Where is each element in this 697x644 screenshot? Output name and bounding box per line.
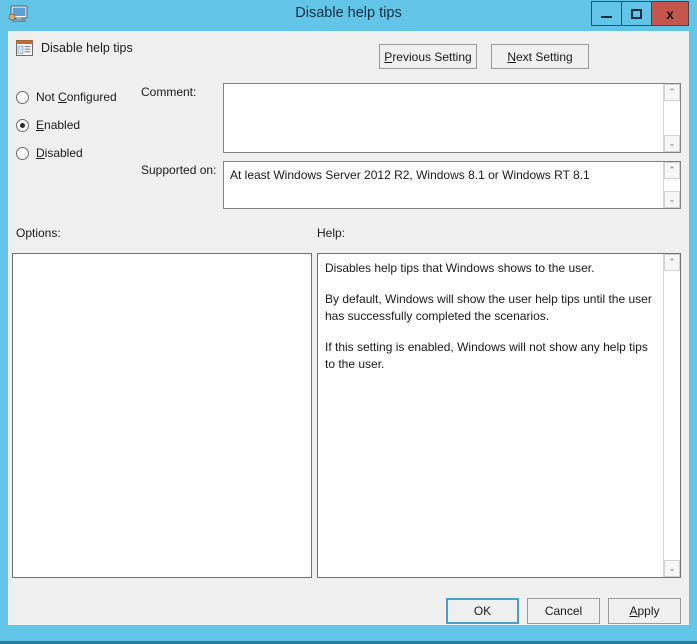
- apply-button[interactable]: Apply: [608, 598, 681, 624]
- help-paragraph: If this setting is enabled, Windows will…: [325, 340, 648, 371]
- radio-enabled-label: Enabled: [36, 118, 81, 132]
- close-icon: x: [666, 5, 674, 22]
- scroll-up-icon[interactable]: ⌃: [664, 254, 680, 271]
- comment-label: Comment:: [141, 85, 197, 99]
- radio-enabled[interactable]: Enabled: [16, 118, 80, 132]
- supported-on-value: At least Windows Server 2012 R2, Windows…: [230, 168, 590, 182]
- supported-on-label: Supported on:: [141, 163, 217, 177]
- apply-accel: A: [629, 604, 638, 618]
- help-paragraph: By default, Windows will show the user h…: [325, 292, 652, 323]
- help-label: Help:: [317, 226, 346, 240]
- scroll-down-icon[interactable]: ⌄: [664, 560, 680, 577]
- help-panel[interactable]: Disables help tips that Windows shows to…: [317, 253, 681, 578]
- help-paragraph: Disables help tips that Windows shows to…: [325, 261, 595, 275]
- dialog-client-area: Disable help tips Previous Setting Next …: [8, 31, 689, 625]
- next-setting-label: ext Setting: [515, 49, 573, 64]
- comment-scrollbar[interactable]: ⌃ ⌄: [663, 84, 680, 152]
- help-scrollbar[interactable]: ⌃ ⌄: [663, 254, 680, 577]
- scroll-down-icon[interactable]: ⌄: [664, 191, 680, 208]
- scroll-down-icon[interactable]: ⌄: [664, 135, 680, 152]
- minimize-icon: [601, 16, 612, 18]
- close-button[interactable]: x: [651, 1, 689, 26]
- minimize-button[interactable]: [591, 1, 621, 26]
- help-content: Disables help tips that Windows shows to…: [325, 260, 655, 373]
- ok-button[interactable]: OK: [446, 598, 519, 624]
- radio-disabled-label: Disabled: [36, 146, 83, 160]
- next-setting-accel: N: [507, 49, 516, 64]
- window-controls: x: [591, 1, 689, 26]
- radio-enabled-mark: [16, 118, 29, 132]
- apply-label: pply: [637, 604, 660, 618]
- previous-setting-label: revious Setting: [392, 49, 472, 64]
- cancel-button[interactable]: Cancel: [527, 598, 600, 624]
- scroll-up-icon[interactable]: ⌃: [664, 84, 680, 101]
- policy-setting-icon: [16, 40, 33, 56]
- scroll-up-icon[interactable]: ⌃: [664, 162, 680, 179]
- dialog-window: Disable help tips x Disable help tips P …: [0, 0, 697, 644]
- setting-header: Disable help tips: [16, 40, 133, 56]
- previous-setting-button[interactable]: Previous Setting: [379, 44, 477, 69]
- options-panel[interactable]: [12, 253, 312, 578]
- supported-on-scrollbar[interactable]: ⌃ ⌄: [663, 162, 680, 208]
- maximize-icon: [631, 8, 642, 19]
- next-setting-button[interactable]: Next Setting: [491, 44, 589, 69]
- setting-name: Disable help tips: [41, 41, 133, 55]
- options-label: Options:: [16, 226, 61, 240]
- previous-setting-accel: P: [384, 49, 393, 64]
- radio-not-configured-label: Not Configured: [36, 90, 117, 104]
- radio-disabled-mark: [16, 146, 29, 160]
- comment-textbox[interactable]: ⌃ ⌄: [223, 83, 681, 153]
- maximize-button[interactable]: [621, 1, 651, 26]
- radio-disabled[interactable]: Disabled: [16, 146, 83, 160]
- title-bar: Disable help tips x: [0, 0, 697, 31]
- radio-not-configured[interactable]: Not Configured: [16, 90, 117, 104]
- radio-not-configured-mark: [16, 90, 29, 104]
- supported-on-textbox[interactable]: At least Windows Server 2012 R2, Windows…: [223, 161, 681, 209]
